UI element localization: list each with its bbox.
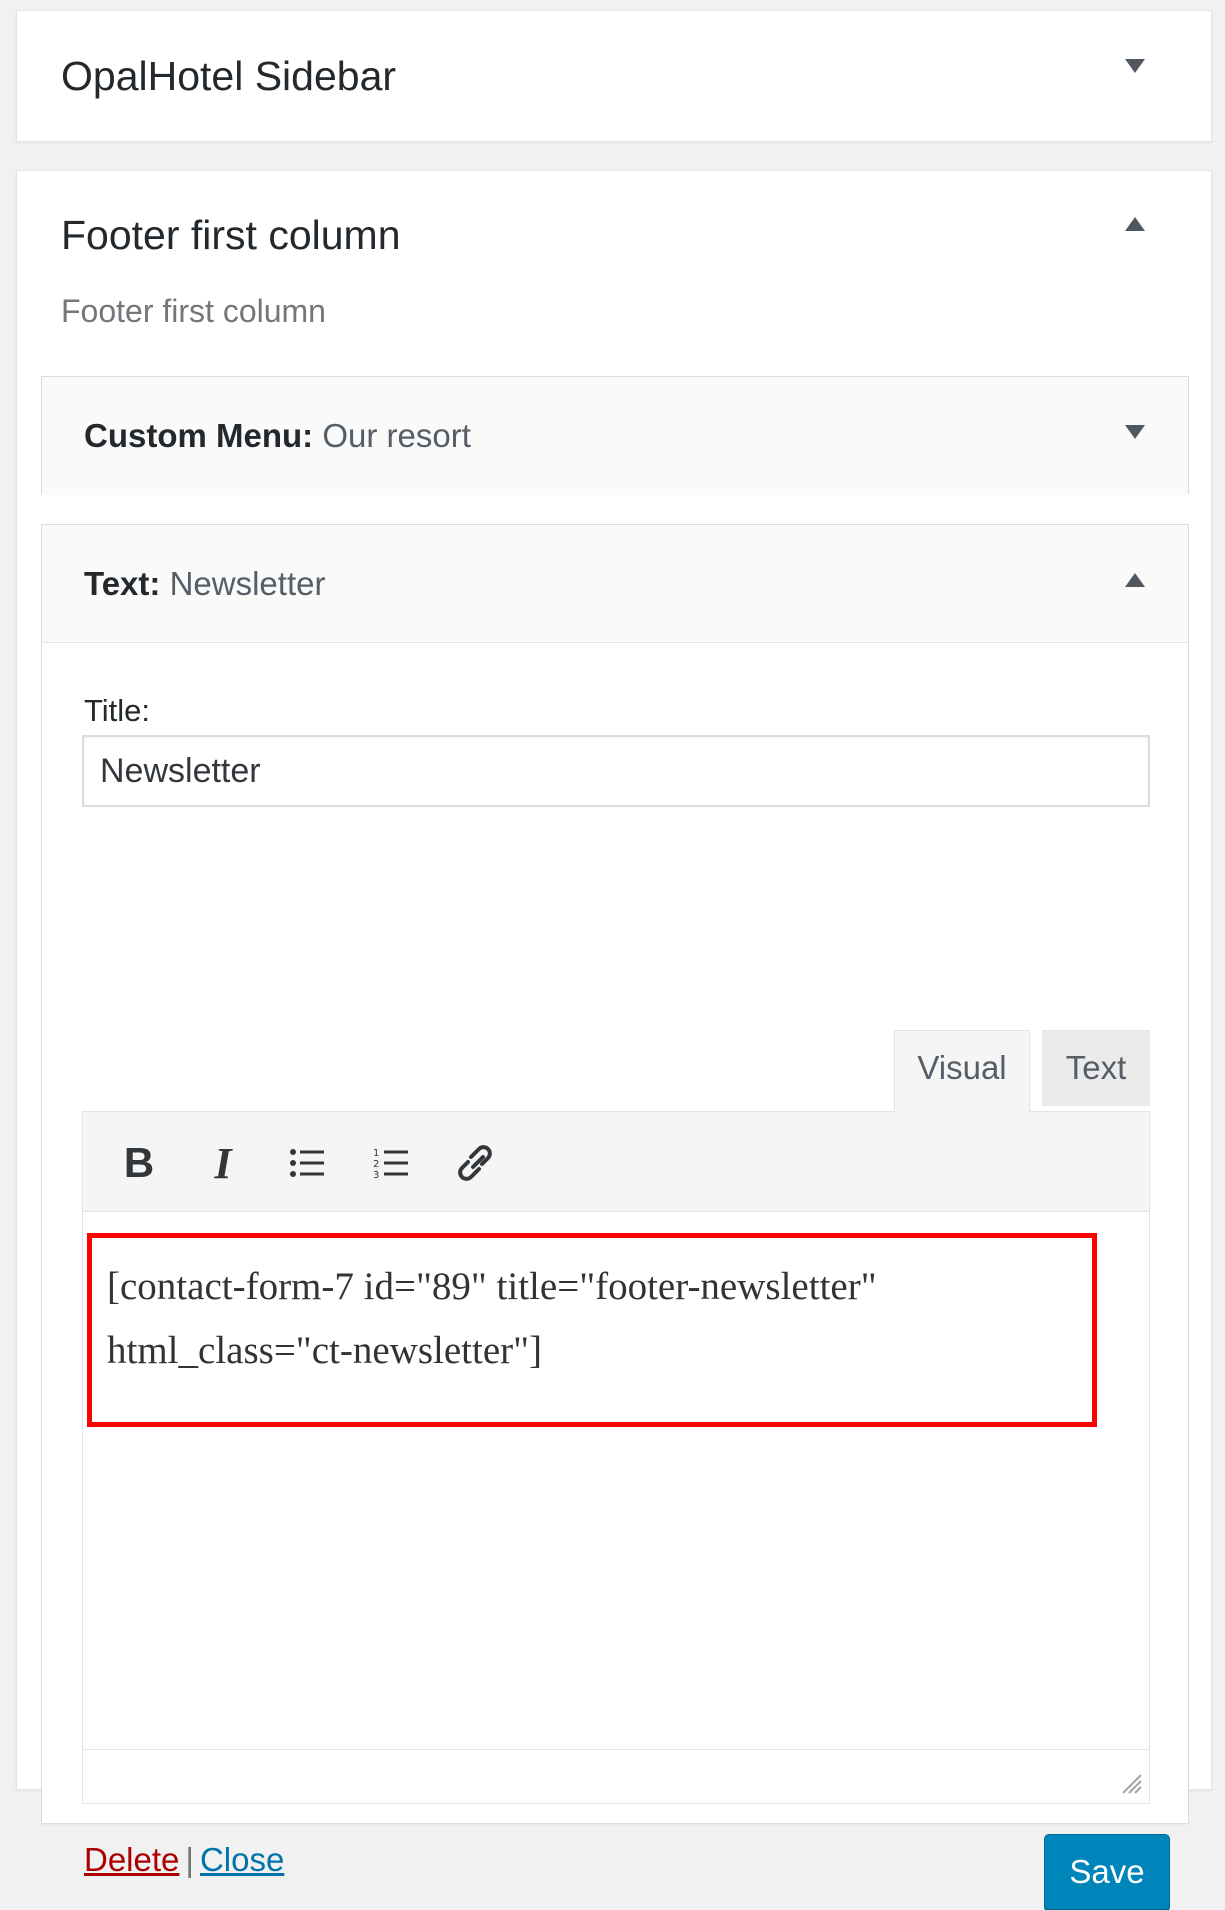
link-separator: | [185, 1841, 194, 1878]
title-input[interactable] [82, 735, 1150, 807]
arrow-up-icon [1125, 573, 1145, 587]
sidebar-description: Footer first column [61, 293, 326, 329]
numbered-list-button[interactable]: 1 2 3 [363, 1138, 419, 1188]
title-label: Title: [84, 693, 151, 728]
svg-text:3: 3 [373, 1170, 379, 1180]
numbered-list-icon: 1 2 3 [373, 1148, 408, 1180]
close-link[interactable]: Close [200, 1841, 284, 1878]
widget-header[interactable]: Custom Menu: Our resort [42, 377, 1188, 495]
widget-heading: Text: Newsletter [84, 565, 325, 603]
resize-grip-icon[interactable] [1117, 1769, 1143, 1795]
widget-custom-menu[interactable]: Custom Menu: Our resort [41, 376, 1189, 495]
shortcode-content[interactable]: [contact-form-7 id="89" title="footer-ne… [107, 1255, 1067, 1383]
bulleted-list-icon [290, 1149, 324, 1177]
widget-header[interactable]: Text: Newsletter [42, 525, 1188, 643]
widget-name: Newsletter [169, 565, 326, 602]
tab-visual[interactable]: Visual [894, 1030, 1030, 1113]
sidebar-toggle-arrow-up-icon[interactable] [1121, 213, 1149, 241]
italic-button[interactable]: I [195, 1138, 251, 1188]
widget-name: Our resort [322, 417, 471, 454]
save-button[interactable]: Save [1044, 1834, 1170, 1910]
sidebar-title[interactable]: Footer first column [61, 212, 401, 259]
link-icon [458, 1145, 492, 1181]
widget-toggle-button[interactable] [1122, 569, 1148, 595]
widget-text: Text: Newsletter Title: Visual Text B I [41, 524, 1189, 1910]
delete-link[interactable]: Delete [84, 1841, 179, 1878]
widget-heading: Custom Menu: Our resort [84, 417, 471, 455]
insert-link-button[interactable] [447, 1138, 503, 1188]
bold-button[interactable]: B [111, 1138, 167, 1188]
arrow-up-icon [1125, 217, 1145, 231]
editor-statusbar [83, 1749, 1149, 1803]
widget-type-label: Text: [84, 565, 161, 602]
arrow-down-icon [1125, 59, 1145, 73]
widget-control-actions: Delete | Close [84, 1841, 284, 1879]
bulleted-list-button[interactable] [279, 1138, 335, 1188]
sidebar-title[interactable]: OpalHotel Sidebar [61, 53, 396, 100]
arrow-down-icon [1125, 425, 1145, 439]
footer-first-column-panel: Footer first column Footer first column … [16, 170, 1212, 1910]
tab-text[interactable]: Text [1042, 1030, 1150, 1106]
widget-type-label: Custom Menu: [84, 417, 314, 454]
sidebar-toggle-arrow-down-icon[interactable] [1121, 55, 1149, 83]
widget-toggle-button[interactable] [1122, 421, 1148, 447]
rich-text-editor: B I 1 2 3 [contact-form-7 id="89" title=… [82, 1111, 1150, 1804]
opalhotel-sidebar-panel[interactable]: OpalHotel Sidebar [16, 10, 1212, 142]
svg-text:2: 2 [373, 1159, 379, 1170]
editor-toolbar: B I 1 2 3 [83, 1112, 1149, 1212]
svg-text:1: 1 [373, 1148, 379, 1159]
editor-content-area[interactable]: [contact-form-7 id="89" title="footer-ne… [83, 1213, 1149, 1749]
